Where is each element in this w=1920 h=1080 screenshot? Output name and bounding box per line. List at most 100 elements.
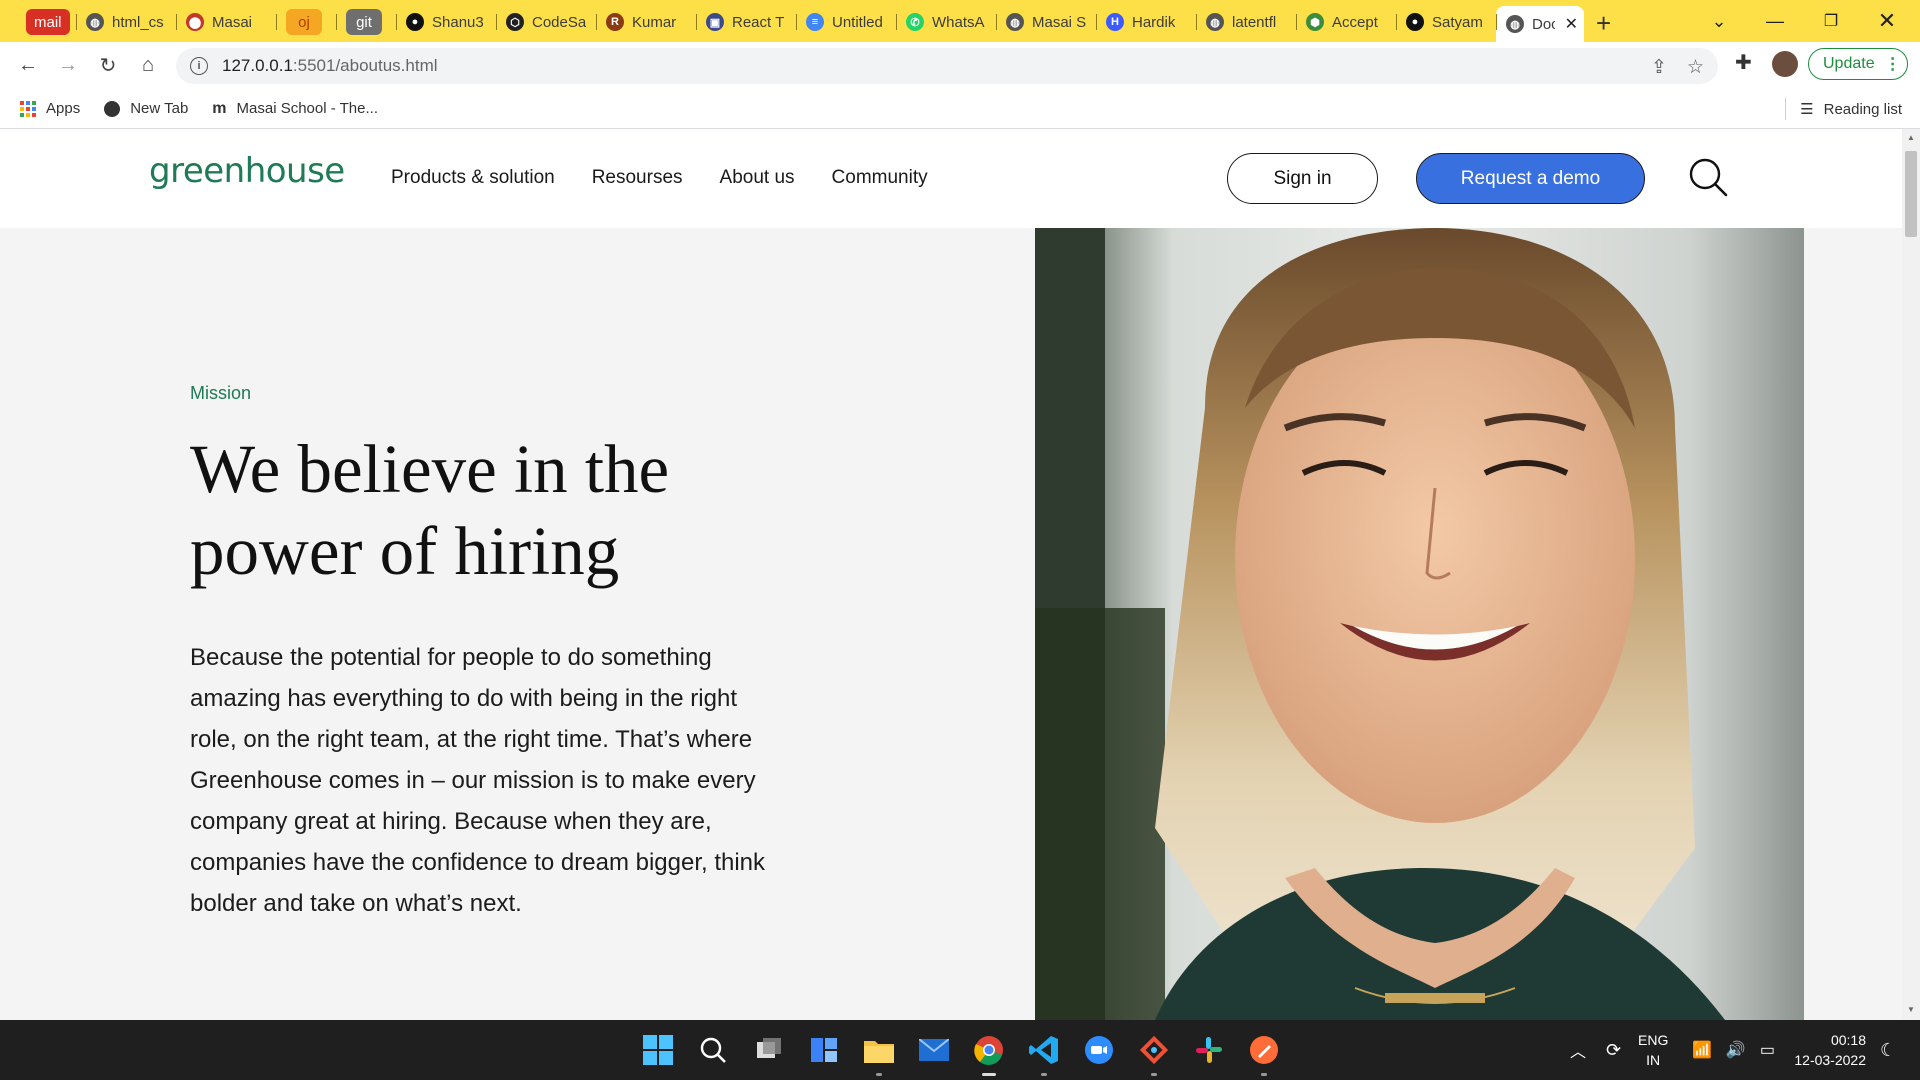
nav-resources[interactable]: Resourses: [592, 167, 683, 189]
browser-tab[interactable]: ≡ Untitled: [796, 6, 896, 38]
scroll-down-icon[interactable]: ▼: [1907, 1005, 1915, 1014]
battery-icon[interactable]: ▭: [1760, 1040, 1775, 1060]
globe-icon: ◍: [1206, 13, 1224, 31]
profile-avatar[interactable]: [1772, 51, 1798, 77]
browser-tab[interactable]: ● Satyam: [1396, 6, 1496, 38]
close-tab-icon[interactable]: ✕: [1565, 14, 1578, 34]
language-indicator[interactable]: ENG IN: [1638, 1030, 1668, 1070]
tab-title: latentfl: [1232, 13, 1277, 31]
search-icon[interactable]: [697, 1034, 729, 1066]
r-logo-icon: R: [606, 13, 624, 31]
web-page: greenhouse Products & solution Resourses…: [0, 129, 1902, 1020]
browser-tab[interactable]: oj: [276, 6, 336, 38]
chrome-icon[interactable]: [973, 1034, 1005, 1076]
whatsapp-icon: ✆: [906, 13, 924, 31]
browser-tab[interactable]: ◍ html_cs: [76, 6, 176, 38]
url-path: :5501/aboutus.html: [292, 56, 438, 75]
widgets-icon[interactable]: [808, 1034, 840, 1066]
github-icon: ●: [406, 13, 424, 31]
new-tab-button[interactable]: +: [1596, 8, 1611, 39]
bookmark-star-icon[interactable]: ☆: [1687, 56, 1704, 79]
bookmark-new-tab[interactable]: New Tab: [104, 100, 188, 117]
google-docs-icon: ≡: [806, 13, 824, 31]
zoom-icon[interactable]: [1083, 1034, 1115, 1066]
sync-icon[interactable]: ⟳: [1606, 1040, 1621, 1061]
update-button[interactable]: Update ⋮: [1808, 48, 1908, 80]
language-code: ENG: [1638, 1032, 1669, 1048]
headline-line-2: power of hiring: [190, 513, 620, 589]
git-icon[interactable]: [1138, 1034, 1170, 1076]
running-indicator: [1151, 1073, 1157, 1076]
restore-icon[interactable]: ❐: [1808, 0, 1854, 42]
scroll-up-icon[interactable]: ▲: [1907, 133, 1915, 142]
browser-tab[interactable]: ✆ WhatsA: [896, 6, 996, 38]
home-icon[interactable]: ⌂: [128, 46, 168, 86]
browser-tab[interactable]: ⬤ Masai: [176, 6, 276, 38]
greenhouse-logo[interactable]: greenhouse: [149, 151, 345, 191]
main-nav: Products & solution Resourses About us C…: [391, 167, 928, 189]
notifications-icon[interactable]: ☾: [1880, 1020, 1896, 1080]
section-label: Mission: [190, 383, 252, 403]
github-icon: ●: [1406, 13, 1424, 31]
task-view-icon[interactable]: [753, 1034, 785, 1066]
nav-products-solution[interactable]: Products & solution: [391, 167, 555, 189]
page-scrollbar[interactable]: ▲ ▼: [1902, 129, 1920, 1020]
browser-tab[interactable]: ⬢ Accept: [1296, 6, 1396, 38]
volume-icon[interactable]: 🔊: [1726, 1040, 1746, 1060]
slack-icon[interactable]: [1193, 1034, 1225, 1066]
update-label: Update: [1823, 55, 1875, 72]
extensions-puzzle-icon[interactable]: ✚: [1735, 50, 1752, 75]
browser-tab[interactable]: ◍ latentfl: [1196, 6, 1296, 38]
browser-tab[interactable]: ⬡ CodeSa: [496, 6, 596, 38]
share-icon[interactable]: ⇪: [1651, 56, 1667, 79]
site-header: greenhouse Products & solution Resourses…: [0, 129, 1902, 228]
nav-about-us[interactable]: About us: [720, 167, 795, 189]
back-icon[interactable]: ←: [8, 46, 48, 86]
location-pin-icon: ⬤: [186, 13, 204, 31]
bookmark-apps[interactable]: Apps: [20, 100, 80, 117]
browser-tab[interactable]: ◍ Doc ✕: [1496, 6, 1584, 42]
headline-line-1: We believe in the: [190, 431, 670, 507]
bookmark-masai-school[interactable]: m Masai School - The...: [212, 100, 378, 118]
browser-tab[interactable]: ▣ React T: [696, 6, 796, 38]
mail-icon[interactable]: [918, 1034, 950, 1066]
wifi-icon[interactable]: 📶: [1692, 1040, 1712, 1060]
globe-icon: ◍: [1006, 13, 1024, 31]
tab-title: Untitled: [832, 13, 883, 31]
tab-search-chevron-icon[interactable]: ⌄: [1696, 0, 1742, 42]
search-icon[interactable]: [1688, 157, 1730, 199]
vscode-icon[interactable]: [1028, 1034, 1060, 1076]
browser-tab[interactable]: H Hardik: [1096, 6, 1196, 38]
forward-icon[interactable]: →: [48, 46, 88, 86]
sign-in-button[interactable]: Sign in: [1227, 153, 1378, 204]
tab-title: WhatsA: [932, 13, 985, 31]
codesandbox-icon: ⬡: [506, 13, 524, 31]
nav-community[interactable]: Community: [832, 167, 928, 189]
reading-list-button[interactable]: ☰ Reading list: [1785, 89, 1902, 129]
globe-icon: ◍: [86, 13, 104, 31]
close-window-icon[interactable]: ✕: [1864, 0, 1910, 42]
running-indicator: [1261, 1073, 1267, 1076]
minimize-icon[interactable]: —: [1752, 0, 1798, 42]
browser-tab[interactable]: ● Shanu3: [396, 6, 496, 38]
browser-tab[interactable]: mail: [16, 6, 76, 38]
running-indicator: [1041, 1073, 1047, 1076]
portrait-photo: [1035, 228, 1804, 1020]
chevron-up-icon[interactable]: ︿: [1570, 1038, 1586, 1062]
url-bar[interactable]: i 127.0.0.1:5501/aboutus.html ⇪ ☆: [176, 48, 1718, 84]
clock[interactable]: 00:18 12-03-2022: [1786, 1030, 1866, 1070]
address-toolbar: ← → ↻ ⌂ i 127.0.0.1:5501/aboutus.html ⇪ …: [0, 42, 1920, 89]
postman-icon[interactable]: [1248, 1034, 1280, 1076]
date: 12-03-2022: [1794, 1052, 1866, 1068]
tab-title: Kumar: [632, 13, 677, 31]
status-icons: 📶 🔊 ▭: [1692, 1020, 1775, 1080]
browser-tab[interactable]: git: [336, 6, 396, 38]
reload-icon[interactable]: ↻: [88, 46, 128, 86]
request-demo-button[interactable]: Request a demo: [1416, 153, 1645, 204]
site-info-icon[interactable]: i: [190, 57, 208, 75]
scrollbar-thumb[interactable]: [1905, 151, 1917, 237]
windows-start-icon[interactable]: [642, 1034, 674, 1066]
browser-tab[interactable]: ◍ Masai S: [996, 6, 1096, 38]
browser-tab[interactable]: R Kumar: [596, 6, 696, 38]
file-explorer-icon[interactable]: [863, 1034, 895, 1076]
